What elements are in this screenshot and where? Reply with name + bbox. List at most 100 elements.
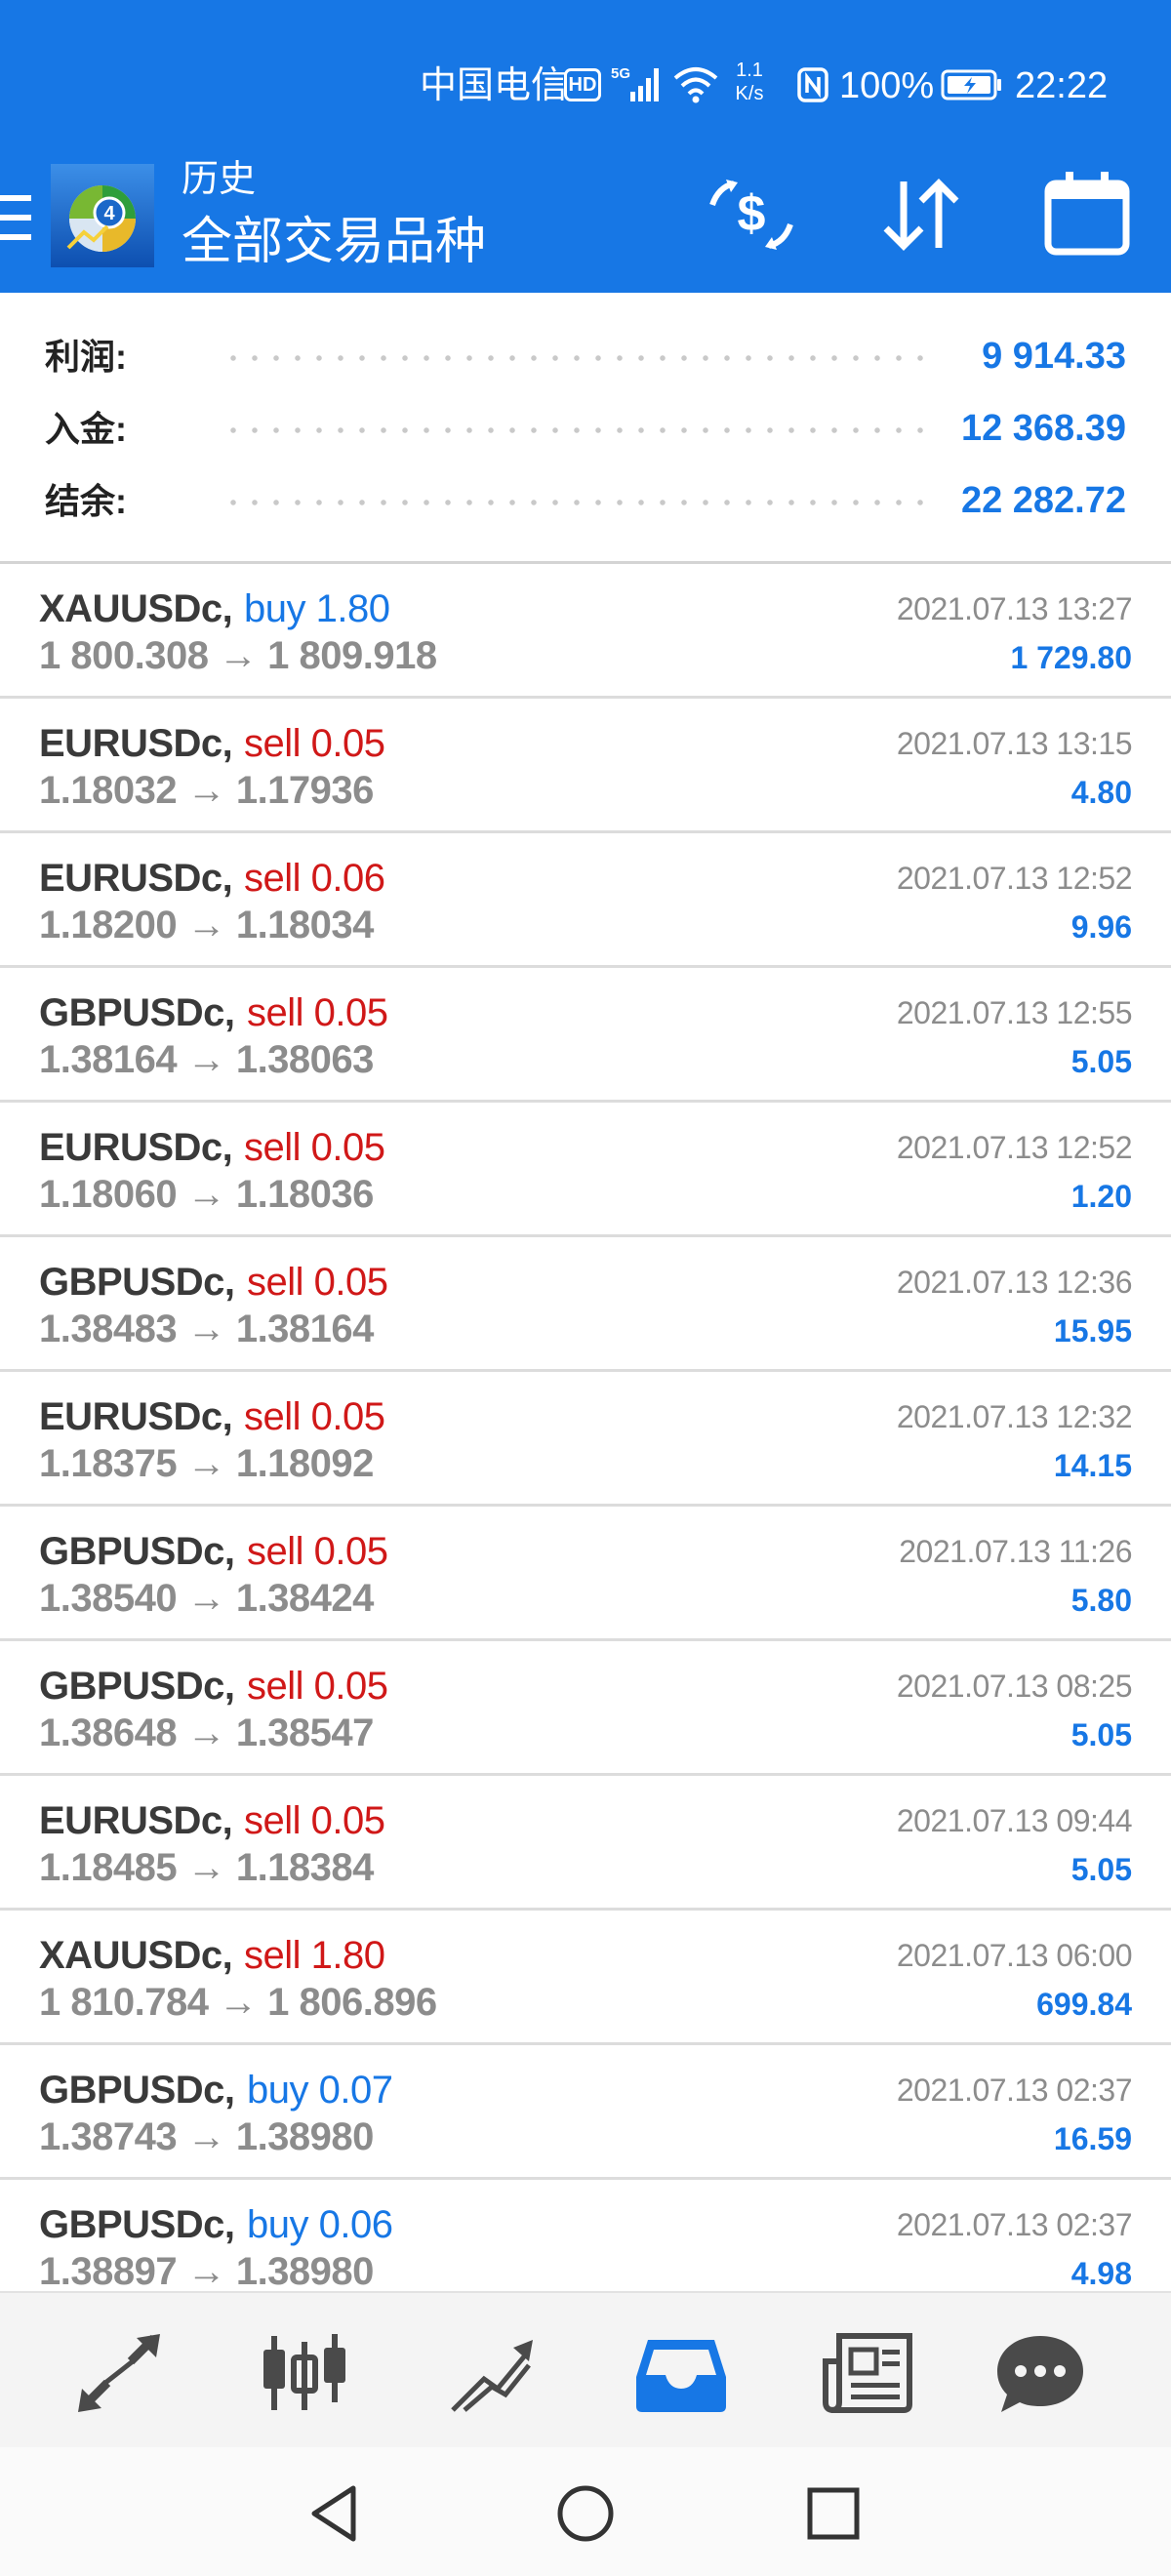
dotted-leader bbox=[222, 500, 937, 505]
trade-direction-volume: buy 1.80 bbox=[244, 587, 390, 630]
trade-prices: 1.38648 → 1.38547 bbox=[39, 1711, 374, 1754]
calendar-icon[interactable] bbox=[1040, 170, 1134, 258]
trade-direction-volume: sell 0.05 bbox=[244, 1126, 385, 1169]
trade-history-list[interactable]: XAUUSDc, buy 1.80 1 800.308 → 1 809.918 … bbox=[0, 564, 1171, 2291]
balance-value: 22 282.72 bbox=[960, 480, 1126, 521]
trade-row[interactable]: GBPUSDc, sell 0.05 1.38164 → 1.38063 202… bbox=[0, 968, 1171, 1103]
speed-value: 1.1 bbox=[736, 60, 763, 81]
trade-prices: 1.18375 → 1.18092 bbox=[39, 1442, 374, 1485]
page-subtitle: 历史 bbox=[182, 159, 257, 200]
app-header: 中国电信 HD 5G 1.1 K/s 100% 22:22 4 历史 全部交易品… bbox=[0, 0, 1171, 293]
trade-prices: 1.18060 → 1.18036 bbox=[39, 1173, 374, 1216]
trade-row[interactable]: XAUUSDc, buy 1.80 1 800.308 → 1 809.918 … bbox=[0, 564, 1171, 699]
trade-symbol: GBPUSDc, bbox=[39, 991, 235, 1034]
carrier-name: 中国电信 bbox=[420, 65, 569, 106]
trade-prices: 1.18032 → 1.17936 bbox=[39, 769, 374, 812]
trade-profit: 4.80 bbox=[1070, 775, 1132, 810]
quotes-arrows-icon[interactable] bbox=[72, 2332, 166, 2414]
sort-icon[interactable] bbox=[874, 176, 968, 254]
profit-label: 利润: bbox=[45, 337, 127, 377]
trade-symbol: GBPUSDc, bbox=[39, 1530, 235, 1573]
trade-time: 2021.07.13 13:27 bbox=[896, 591, 1133, 626]
trade-time: 2021.07.13 13:15 bbox=[896, 726, 1133, 761]
home-icon[interactable] bbox=[554, 2482, 617, 2545]
trade-row[interactable]: GBPUSDc, sell 0.05 1.38648 → 1.38547 202… bbox=[0, 1641, 1171, 1776]
trade-direction-volume: sell 0.05 bbox=[244, 1395, 385, 1438]
profit-row: 利润: 9 914.33 bbox=[0, 328, 1171, 386]
trade-row[interactable]: GBPUSDc, sell 0.05 1.38483 → 1.38164 202… bbox=[0, 1237, 1171, 1372]
trade-time: 2021.07.13 11:26 bbox=[899, 1534, 1132, 1569]
deposit-label: 入金: bbox=[45, 409, 127, 449]
trade-time: 2021.07.13 08:25 bbox=[896, 1669, 1133, 1704]
trade-direction-volume: sell 0.05 bbox=[244, 1799, 385, 1842]
network-speed: 1.1 K/s bbox=[730, 59, 769, 105]
trade-symbol: XAUUSDc, bbox=[39, 1934, 233, 1977]
candlestick-chart-icon[interactable] bbox=[258, 2332, 351, 2414]
trade-time: 2021.07.13 12:36 bbox=[896, 1265, 1133, 1300]
trade-prices: 1.38540 → 1.38424 bbox=[39, 1577, 374, 1620]
trade-row[interactable]: EURUSDc, sell 0.05 1.18032 → 1.17936 202… bbox=[0, 699, 1171, 833]
trade-prices: 1 800.308 → 1 809.918 bbox=[39, 634, 437, 677]
history-inbox-icon[interactable] bbox=[634, 2332, 728, 2414]
trade-profit: 16.59 bbox=[1053, 2121, 1132, 2156]
trade-direction-volume: buy 0.06 bbox=[247, 2203, 393, 2246]
trade-row[interactable]: EURUSDc, sell 0.05 1.18485 → 1.18384 202… bbox=[0, 1776, 1171, 1911]
metatrader-logo-icon: 4 bbox=[51, 164, 154, 267]
signal-icon: 5G bbox=[611, 65, 659, 101]
trade-row[interactable]: EURUSDc, sell 0.05 1.18375 → 1.18092 202… bbox=[0, 1372, 1171, 1507]
battery-icon bbox=[941, 69, 1001, 101]
trade-symbol: EURUSDc, bbox=[39, 1395, 233, 1438]
trade-direction-volume: sell 0.05 bbox=[247, 1530, 388, 1573]
trade-row[interactable]: XAUUSDc, sell 1.80 1 810.784 → 1 806.896… bbox=[0, 1911, 1171, 2045]
trade-symbol: GBPUSDc, bbox=[39, 1261, 235, 1304]
trade-symbol: EURUSDc, bbox=[39, 722, 233, 765]
trade-row[interactable]: GBPUSDc, sell 0.05 1.38540 → 1.38424 202… bbox=[0, 1507, 1171, 1641]
trade-row[interactable]: EURUSDc, sell 0.06 1.18200 → 1.18034 202… bbox=[0, 833, 1171, 968]
trade-symbol: GBPUSDc, bbox=[39, 2203, 235, 2246]
deposit-value: 12 368.39 bbox=[960, 408, 1126, 449]
trade-direction-volume: sell 0.06 bbox=[244, 857, 385, 900]
trade-row[interactable]: EURUSDc, sell 0.05 1.18060 → 1.18036 202… bbox=[0, 1103, 1171, 1237]
net-type-label: 5G bbox=[611, 65, 630, 82]
trade-profit: 4.98 bbox=[1070, 2256, 1132, 2291]
svg-text:$: $ bbox=[738, 185, 766, 242]
trade-time: 2021.07.13 12:55 bbox=[896, 995, 1133, 1030]
trade-direction-volume: sell 1.80 bbox=[244, 1934, 385, 1977]
trade-time: 2021.07.13 12:52 bbox=[896, 1130, 1133, 1165]
trade-prices: 1.38743 → 1.38980 bbox=[39, 2115, 374, 2158]
trade-prices: 1 810.784 → 1 806.896 bbox=[39, 1981, 437, 2024]
trade-row[interactable]: GBPUSDc, buy 0.06 1.38897 → 1.38980 2021… bbox=[0, 2180, 1171, 2291]
recent-apps-icon[interactable] bbox=[802, 2482, 865, 2545]
trade-symbol: XAUUSDc, bbox=[39, 587, 233, 630]
dotted-leader bbox=[222, 355, 937, 361]
trend-chart-icon[interactable] bbox=[445, 2332, 539, 2414]
news-icon[interactable] bbox=[822, 2332, 915, 2414]
trade-profit: 699.84 bbox=[1036, 1987, 1132, 2022]
trade-time: 2021.07.13 12:32 bbox=[896, 1399, 1133, 1434]
trade-symbol: EURUSDc, bbox=[39, 857, 233, 900]
back-icon[interactable] bbox=[304, 2482, 367, 2545]
trade-row[interactable]: GBPUSDc, buy 0.07 1.38743 → 1.38980 2021… bbox=[0, 2045, 1171, 2180]
system-navigation-bar bbox=[0, 2447, 1171, 2576]
trade-symbol: GBPUSDc, bbox=[39, 2069, 235, 2112]
currency-exchange-icon[interactable]: $ bbox=[705, 176, 798, 254]
hd-badge: HD bbox=[564, 68, 601, 101]
trade-profit: 9.96 bbox=[1070, 909, 1132, 945]
page-title[interactable]: 全部交易品种 bbox=[182, 211, 486, 273]
deposit-row: 入金: 12 368.39 bbox=[0, 400, 1171, 459]
trade-time: 2021.07.13 06:00 bbox=[896, 1938, 1133, 1973]
bottom-navigation bbox=[0, 2291, 1171, 2447]
trade-profit: 5.05 bbox=[1070, 1852, 1132, 1887]
trade-profit: 5.05 bbox=[1070, 1044, 1132, 1079]
trade-symbol: EURUSDc, bbox=[39, 1126, 233, 1169]
menu-icon[interactable] bbox=[0, 193, 35, 242]
trade-time: 2021.07.13 02:37 bbox=[896, 2073, 1133, 2108]
trade-time: 2021.07.13 02:37 bbox=[896, 2207, 1133, 2242]
trade-prices: 1.38483 → 1.38164 bbox=[39, 1308, 374, 1350]
trade-prices: 1.18485 → 1.18384 bbox=[39, 1846, 374, 1889]
chat-icon[interactable] bbox=[993, 2332, 1087, 2414]
trade-prices: 1.38897 → 1.38980 bbox=[39, 2250, 374, 2291]
wifi-icon bbox=[673, 67, 718, 103]
trade-profit: 14.15 bbox=[1053, 1448, 1132, 1483]
account-summary: 利润: 9 914.33 入金: 12 368.39 结余: 22 282.72 bbox=[0, 293, 1171, 564]
